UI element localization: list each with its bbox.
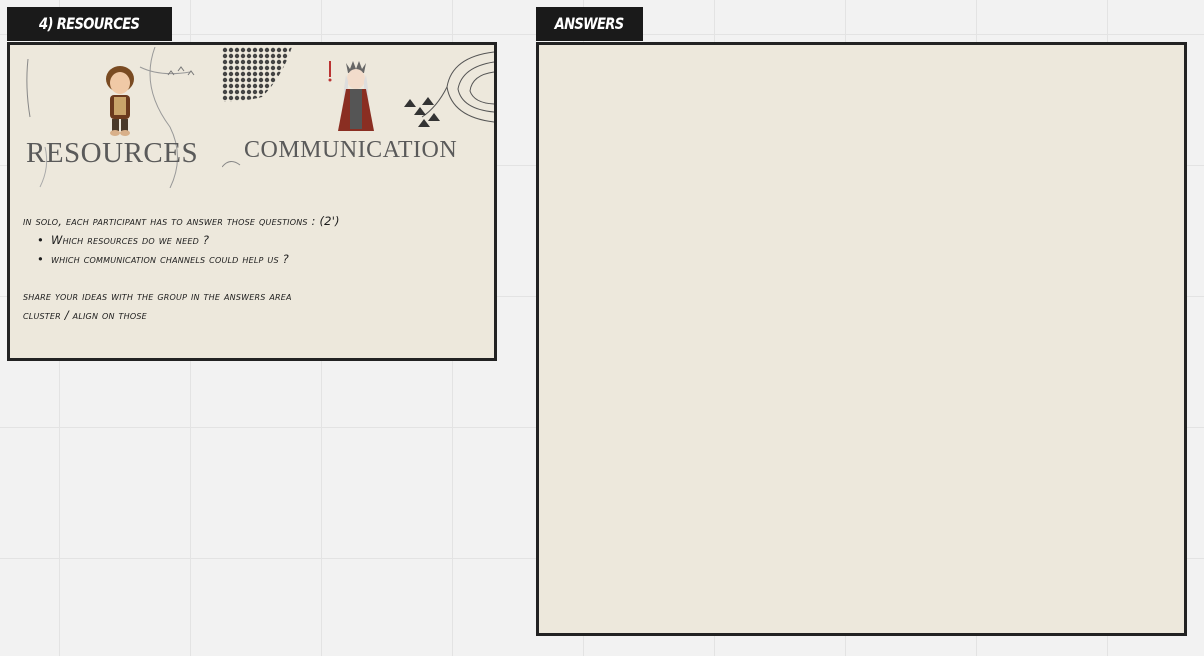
resources-banner-label: RESOURCES — [26, 137, 199, 169]
instructions-text: in solo, each participant has to answer … — [23, 212, 493, 325]
instructions-share: share your ideas with the group in the a… — [23, 289, 292, 303]
bullet-resources-question: Which resources do we need ? — [51, 233, 210, 247]
bullet-communication-question: which communication channels could help … — [51, 252, 289, 266]
hobbit-character-icon — [106, 66, 134, 136]
instructions-intro: in solo, each participant has to answer … — [23, 214, 340, 228]
list-item: • Which resources do we need ? — [37, 233, 210, 247]
instructions-cluster: cluster / align on those — [23, 308, 147, 322]
resources-banner-image: RESOURCES — [20, 47, 210, 188]
list-item: • which communication channels could help… — [37, 252, 289, 266]
resources-frame[interactable]: RESOURCES COMMUNICATION in solo, each pa… — [7, 42, 497, 361]
communication-banner-label: COMMUNICATION — [244, 137, 458, 163]
resources-frame-title: 4) RESOURCES — [39, 14, 140, 33]
communication-banner-image: COMMUNICATION — [222, 47, 494, 188]
answers-frame[interactable] — [536, 42, 1187, 636]
answers-frame-tab[interactable]: ANSWERS — [536, 7, 643, 41]
answers-frame-title: ANSWERS — [555, 14, 625, 33]
resources-frame-tab[interactable]: 4) RESOURCES — [7, 7, 172, 41]
elf-king-character-icon — [338, 61, 374, 131]
